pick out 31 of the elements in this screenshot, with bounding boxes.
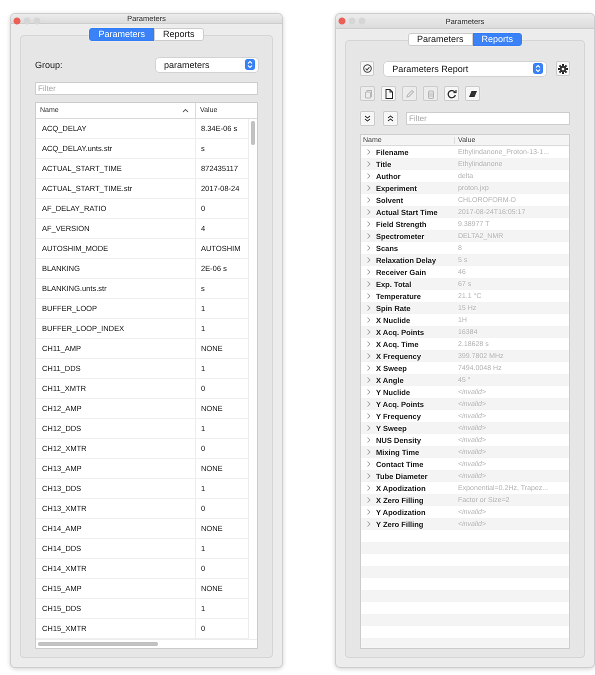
refresh-button[interactable] bbox=[444, 86, 459, 101]
trash-icon bbox=[426, 88, 436, 98]
double-chevron-up-icon bbox=[387, 115, 394, 122]
eraser-icon bbox=[468, 88, 478, 98]
tab[interactable]: Parameters bbox=[408, 33, 472, 46]
scrollbar-thumb[interactable] bbox=[38, 642, 158, 646]
document-icon bbox=[384, 88, 394, 98]
tab[interactable]: Reports bbox=[154, 28, 204, 41]
stepper-icon bbox=[532, 63, 543, 74]
document-button[interactable] bbox=[381, 86, 396, 101]
sort-ascending-icon bbox=[182, 108, 189, 113]
check-button[interactable] bbox=[360, 61, 374, 76]
filter-field[interactable]: Filter bbox=[406, 112, 570, 125]
scrollbar-thumb[interactable] bbox=[251, 121, 255, 145]
group-label: Group: bbox=[35, 60, 63, 70]
pencil-icon bbox=[404, 88, 414, 98]
report-dropdown[interactable]: Parameters Report bbox=[384, 62, 546, 76]
expand-all-button[interactable] bbox=[360, 111, 375, 126]
stepper-icon bbox=[245, 59, 255, 70]
settings-icon bbox=[558, 64, 568, 74]
settings-button[interactable] bbox=[556, 61, 570, 76]
refresh-icon bbox=[446, 88, 456, 98]
copy-icon bbox=[362, 88, 372, 98]
tab[interactable]: Parameters bbox=[89, 28, 154, 41]
check-circle-icon bbox=[362, 64, 372, 73]
collapse-all-button[interactable] bbox=[383, 111, 398, 126]
filter-field[interactable]: Filter bbox=[35, 82, 258, 95]
tab[interactable]: Reports bbox=[472, 33, 522, 46]
eraser-button[interactable] bbox=[465, 86, 480, 101]
group-dropdown[interactable]: parameters bbox=[156, 58, 258, 72]
double-chevron-down-icon bbox=[364, 115, 371, 122]
